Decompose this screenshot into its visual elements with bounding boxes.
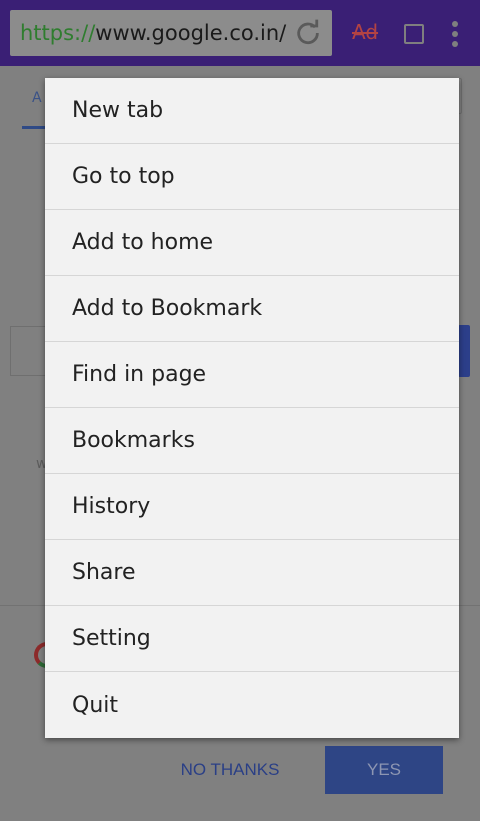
menu-item-add-to-home[interactable]: Add to home [45, 210, 459, 276]
menu-item-share[interactable]: Share [45, 540, 459, 606]
menu-item-go-to-top[interactable]: Go to top [45, 144, 459, 210]
menu-item-history[interactable]: History [45, 474, 459, 540]
tabs-icon[interactable] [404, 24, 424, 44]
menu-item-quit[interactable]: Quit [45, 672, 459, 738]
yes-button[interactable]: YES [325, 746, 443, 794]
search-button-dimmed [458, 325, 470, 377]
menu-item-find-in-page[interactable]: Find in page [45, 342, 459, 408]
browser-toolbar: https://www.google.co.in/ Ad [0, 0, 480, 66]
url-bar[interactable]: https://www.google.co.in/ [10, 10, 332, 56]
adblock-icon[interactable]: Ad [352, 20, 378, 44]
url-scheme: https:// [20, 21, 96, 45]
menu-item-setting[interactable]: Setting [45, 606, 459, 672]
reload-icon[interactable] [294, 19, 322, 47]
menu-item-add-to-bookmark[interactable]: Add to Bookmark [45, 276, 459, 342]
url-text: www.google.co.in/ [95, 21, 287, 45]
page-tab-label[interactable]: A [32, 90, 42, 106]
more-options-icon[interactable] [452, 21, 458, 47]
no-thanks-button[interactable]: NO THANKS [160, 752, 300, 788]
overflow-menu: New tab Go to top Add to home Add to Boo… [45, 78, 459, 738]
menu-item-new-tab[interactable]: New tab [45, 78, 459, 144]
search-input-dimmed [10, 326, 50, 376]
menu-item-bookmarks[interactable]: Bookmarks [45, 408, 459, 474]
